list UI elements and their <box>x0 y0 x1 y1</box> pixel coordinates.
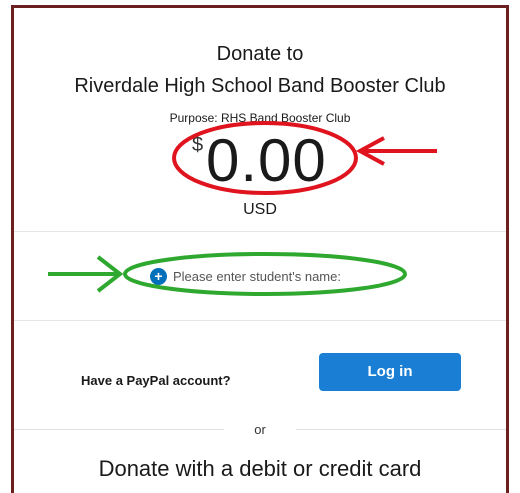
login-button[interactable]: Log in <box>319 353 461 391</box>
donate-title: Donate to <box>216 43 304 65</box>
plus-circle-icon: + <box>150 268 167 285</box>
paypal-account-question: Have a PayPal account? <box>81 373 231 388</box>
student-name-label: Please enter student's name: <box>173 269 341 284</box>
amount-value[interactable]: 0.00 <box>206 126 327 196</box>
donation-purpose: Purpose: RHS Band Booster Club <box>169 111 351 125</box>
card-donation-title[interactable]: Donate with a debit or credit card <box>14 456 506 482</box>
or-divider: or <box>14 420 506 440</box>
donation-panel: Donate to Riverdale High School Band Boo… <box>11 5 509 493</box>
donation-header: Donate to Riverdale High School Band Boo… <box>14 8 506 232</box>
divider-line-right <box>296 429 506 430</box>
currency-code: USD <box>243 201 277 218</box>
student-name-section: + Please enter student's name: <box>14 232 506 321</box>
paypal-login-row: Have a PayPal account? Log in <box>14 321 506 421</box>
add-student-name-button[interactable]: + Please enter student's name: <box>150 268 341 285</box>
currency-symbol: $ <box>192 134 204 156</box>
organization-name: Riverdale High School Band Booster Club <box>74 75 446 97</box>
